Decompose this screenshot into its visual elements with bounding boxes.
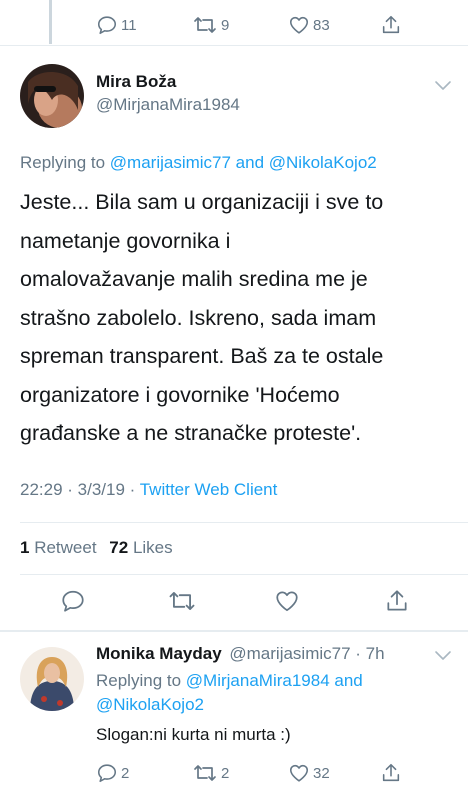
tweet-text-line: spreman transparent. Baš za te ostale [20, 344, 384, 368]
chevron-down-icon[interactable] [434, 648, 452, 662]
prev-share-button[interactable] [380, 14, 402, 36]
replying-to: Replying to @marijasimic77 and @NikolaKo… [20, 153, 377, 173]
retweet-icon [194, 17, 216, 33]
prev-tweet-actions: 11 9 83 [96, 14, 402, 36]
avatar-photo [20, 647, 84, 711]
reply-mention-1[interactable]: @MirjanaMira1984 [186, 671, 330, 690]
meta-separator: · [124, 480, 140, 499]
like-label: Likes [128, 538, 173, 557]
reply-mention-1[interactable]: @marijasimic77 [110, 153, 231, 172]
author-name[interactable]: Mira Boža [96, 72, 176, 92]
reply-and: and [230, 153, 269, 172]
heart-icon [289, 16, 309, 34]
reply-text: Slogan:ni kurta ni murta :) [96, 725, 291, 744]
divider [0, 45, 468, 46]
reply-mention-2[interactable]: @NikolaKojo2 [269, 153, 377, 172]
reply-retweet-count: 2 [221, 764, 230, 782]
tweet-text-line: nametanje govornika i [20, 228, 231, 253]
retweet-stat[interactable]: 1 Retweet [20, 538, 97, 557]
heart-icon [289, 764, 309, 782]
tweet-text-line: organizatore i govornike 'Hoćemo [20, 382, 340, 407]
prev-reply-count: 11 [121, 16, 137, 34]
retweet-icon [169, 592, 195, 610]
avatar-photo [20, 64, 84, 128]
chevron-down-icon[interactable] [434, 78, 452, 92]
retweet-icon [194, 765, 216, 781]
reply-button[interactable] [60, 588, 167, 614]
prev-retweet-button[interactable]: 9 [192, 14, 288, 36]
like-stat[interactable]: 72 Likes [109, 538, 172, 557]
reply-author-handle[interactable]: @marijasimic77 [229, 644, 350, 663]
replying-prefix: Replying to [20, 153, 110, 172]
reply-tweet-actions: 2 2 32 [96, 762, 402, 784]
reply-icon [97, 764, 117, 783]
prev-like-count: 83 [313, 16, 330, 34]
tweet-client[interactable]: Twitter Web Client [140, 480, 278, 499]
reply-replying-to: Replying to @MirjanaMira1984 and @Nikola… [96, 669, 456, 717]
like-button[interactable] [274, 588, 384, 614]
meta-separator: · [350, 644, 366, 663]
prev-like-button[interactable]: 83 [288, 14, 380, 36]
reply-reply-count: 2 [121, 764, 130, 782]
share-icon [382, 763, 400, 782]
reply-like-count: 32 [313, 764, 330, 782]
like-count: 72 [109, 538, 129, 557]
tweet-text: Jeste... Bila sam u organizaciji i sve t… [20, 183, 460, 453]
reply-author: Monika Mayday @marijasimic77 · 7h [96, 644, 385, 664]
avatar[interactable] [20, 64, 84, 128]
author-handle[interactable]: @MirjanaMira1984 [96, 95, 240, 115]
engagement-stats: 1 Retweet 72 Likes [20, 538, 173, 558]
reply-retweet-button[interactable]: 2 [192, 762, 288, 784]
share-button[interactable] [384, 588, 410, 614]
reply-like-button[interactable]: 32 [288, 762, 380, 784]
thread-connector-line [49, 0, 52, 44]
meta-separator: · [62, 480, 78, 499]
tweet-date[interactable]: 3/3/19 [78, 480, 125, 499]
share-icon [382, 15, 400, 34]
tweet-text-line: Jeste... Bila sam u organizaciji i sve t… [20, 190, 384, 214]
divider [20, 574, 468, 575]
retweet-button[interactable] [167, 588, 274, 614]
tweet-meta: 22:29 · 3/3/19 · Twitter Web Client [20, 480, 277, 500]
reply-share-button[interactable] [380, 762, 402, 784]
reply-age[interactable]: 7h [366, 644, 385, 663]
section-divider [0, 630, 468, 632]
divider [20, 522, 468, 523]
tweet-text-line: strašno zabolelo. Iskreno, sada imam [20, 305, 377, 330]
reply-icon [62, 590, 84, 612]
reply-icon [97, 16, 117, 35]
reply-author-name[interactable]: Monika Mayday [96, 644, 222, 663]
tweet-text-line: građanske a ne stranačke proteste'. [20, 421, 362, 445]
prev-reply-button[interactable]: 11 [96, 14, 192, 36]
reply-and: and [329, 671, 363, 690]
prev-retweet-count: 9 [221, 16, 230, 34]
retweet-label: Retweet [29, 538, 97, 557]
tweet-time[interactable]: 22:29 [20, 480, 63, 499]
tweet-text-line: omalovažavanje malih sredina me je [20, 267, 368, 291]
share-icon [387, 590, 407, 611]
heart-icon [276, 591, 298, 612]
main-tweet-actions [60, 588, 410, 614]
reply-reply-button[interactable]: 2 [96, 762, 192, 784]
reply-avatar[interactable] [20, 647, 84, 711]
replying-prefix: Replying to [96, 671, 186, 690]
reply-mention-2[interactable]: @NikolaKojo2 [96, 695, 204, 714]
